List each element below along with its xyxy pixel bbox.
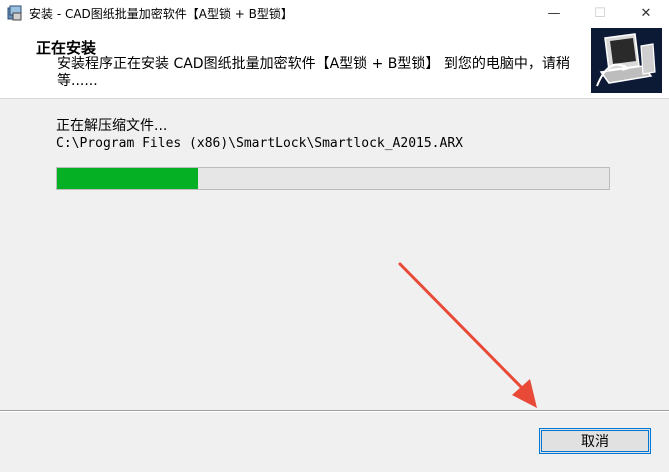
computer-install-logo-icon	[591, 28, 662, 93]
page-subtitle: 安装程序正在安装 CAD图纸批量加密软件【A型锁 + B型锁】 到您的电脑中，请…	[57, 56, 570, 89]
installer-app-icon	[7, 5, 22, 21]
minimize-button[interactable]: —	[531, 0, 577, 26]
title-bar: 安装 - CAD图纸批量加密软件【A型锁 + B型锁】 — ☐ ✕	[0, 0, 669, 26]
progress-fill	[57, 168, 198, 189]
install-progress-bar	[56, 167, 610, 190]
page-title: 正在安装	[36, 39, 97, 57]
cancel-button[interactable]: 取消	[539, 428, 651, 454]
status-label: 正在解压缩文件...	[56, 118, 168, 134]
footer-divider	[0, 410, 669, 412]
wizard-header: 正在安装 安装程序正在安装 CAD图纸批量加密软件【A型锁 + B型锁】 到您的…	[0, 26, 669, 99]
close-button[interactable]: ✕	[623, 0, 669, 26]
current-file-path: C:\Program Files (x86)\SmartLock\Smartlo…	[56, 136, 463, 151]
cancel-button-label: 取消	[581, 434, 609, 450]
window-title: 安装 - CAD图纸批量加密软件【A型锁 + B型锁】	[29, 6, 293, 21]
maximize-button: ☐	[594, 5, 606, 21]
